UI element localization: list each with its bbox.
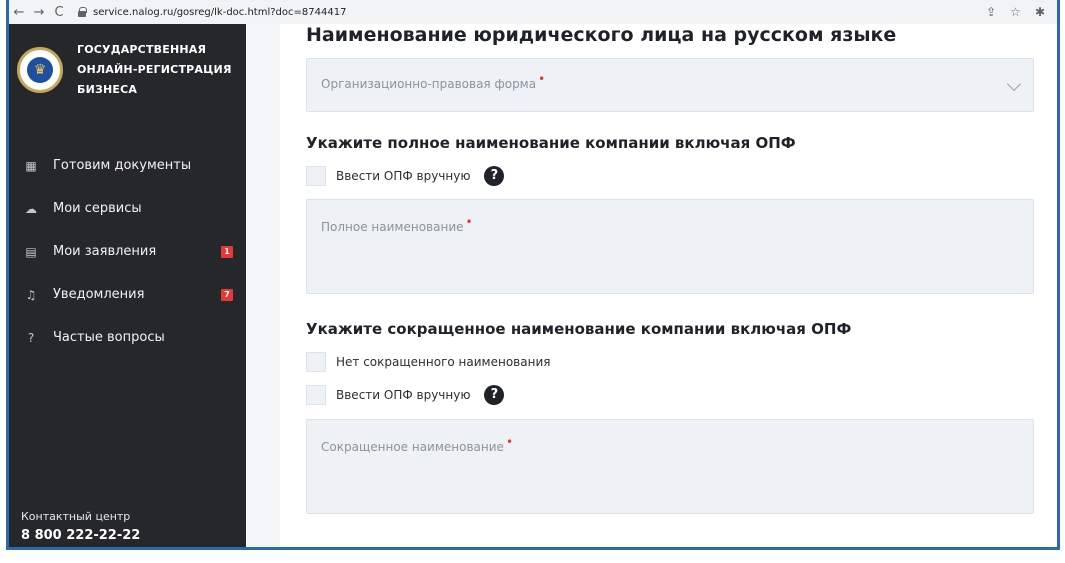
logo-line-2: ОНЛАЙН-РЕГИСТРАЦИЯ (77, 63, 232, 76)
no-short-name-label[interactable]: Нет сокращенного наименования (336, 355, 550, 369)
sidebar-item-notifications[interactable]: ♫ Уведомления 7 (23, 273, 233, 316)
logo-line-1: ГОСУДАРСТВЕННАЯ (77, 43, 207, 56)
contact-center-phone[interactable]: 8 800 222-22-22 (21, 528, 140, 543)
applications-count-badge: 1 (221, 245, 233, 258)
full-name-placeholder: Полное наименование (321, 220, 464, 234)
help-icon[interactable]: ? (484, 166, 505, 186)
question-circle-icon: ? (27, 330, 35, 345)
short-manual-opf-checkbox[interactable] (306, 385, 326, 405)
document-icon: ▤ (25, 244, 37, 259)
no-short-name-checkbox[interactable] (306, 352, 326, 372)
fns-emblem-icon: ♛ (17, 47, 63, 93)
url-text: service.nalog.ru/gosreg/lk-doc.html?doc=… (93, 6, 347, 18)
sidebar-menu: ▦ Готовим документы ☁ Мои сервисы ▤ Мои … (23, 144, 233, 359)
short-manual-opf-row: Ввести ОПФ вручную ? (306, 385, 505, 405)
full-manual-opf-row: Ввести ОПФ вручную ? (306, 166, 505, 186)
bell-icon: ♫ (25, 287, 37, 302)
sidebar-item-applications[interactable]: ▤ Мои заявления 1 (23, 230, 233, 273)
short-name-heading: Укажите сокращенное наименование компани… (306, 320, 852, 338)
opf-select[interactable]: Организационно-правовая форма • (306, 58, 1034, 112)
help-icon[interactable]: ? (484, 385, 505, 405)
sidebar-item-label: Мои сервисы (53, 201, 142, 216)
sidebar: ♛ ГОСУДАРСТВЕННАЯ ОНЛАЙН-РЕГИСТРАЦИЯ БИЗ… (9, 24, 246, 547)
browser-toolbar: ← → C service.nalog.ru/gosreg/lk-doc.htm… (9, 0, 1057, 24)
eagle-icon: ♛ (27, 57, 53, 83)
required-mark: • (505, 435, 514, 449)
reload-icon[interactable]: C (49, 5, 69, 20)
main-content: Наименование юридического лица на русско… (246, 24, 1057, 547)
logo-line-3: БИЗНЕСА (77, 83, 138, 96)
full-name-heading: Укажите полное наименование компании вкл… (306, 134, 796, 152)
full-manual-opf-label[interactable]: Ввести ОПФ вручную (336, 169, 470, 183)
sidebar-item-label: Уведомления (53, 287, 145, 302)
section-title: Наименование юридического лица на русско… (306, 24, 897, 46)
required-mark: • (465, 215, 473, 229)
notifications-count-badge: 7 (221, 288, 233, 301)
sidebar-item-faq[interactable]: ? Частые вопросы (23, 316, 233, 359)
logo[interactable]: ♛ ГОСУДАРСТВЕННАЯ ОНЛАЙН-РЕГИСТРАЦИЯ БИЗ… (17, 40, 232, 100)
opf-placeholder: Организационно-правовая форма (321, 77, 537, 91)
chevron-down-icon (1006, 76, 1022, 92)
forward-icon[interactable]: → (29, 5, 49, 20)
browser-window: ← → C service.nalog.ru/gosreg/lk-doc.htm… (6, 0, 1060, 550)
share-icon[interactable]: ⇪ (986, 5, 996, 19)
lock-icon (77, 7, 87, 17)
sidebar-item-label: Частые вопросы (53, 330, 165, 345)
short-manual-opf-label[interactable]: Ввести ОПФ вручную (336, 388, 470, 402)
no-short-name-row: Нет сокращенного наименования (306, 352, 550, 372)
full-manual-opf-checkbox[interactable] (306, 166, 326, 186)
full-name-input[interactable]: Полное наименование • (306, 199, 1034, 294)
sidebar-item-services[interactable]: ☁ Мои сервисы (23, 187, 233, 230)
contact-center-label: Контактный центр (21, 510, 131, 523)
address-bar[interactable]: service.nalog.ru/gosreg/lk-doc.html?doc=… (77, 7, 346, 18)
cloud-icon: ☁ (25, 201, 37, 216)
required-mark: • (538, 72, 546, 86)
bookmark-star-icon[interactable]: ☆ (1010, 5, 1021, 19)
back-icon[interactable]: ← (9, 5, 29, 20)
content-gutter (246, 24, 280, 547)
sidebar-item-documents[interactable]: ▦ Готовим документы (23, 144, 233, 187)
sidebar-item-label: Готовим документы (53, 158, 192, 173)
grid-icon: ▦ (25, 158, 37, 173)
short-name-input[interactable]: Сокращенное наименование • (306, 419, 1034, 514)
sidebar-item-label: Мои заявления (53, 244, 157, 259)
extensions-icon[interactable]: ✱ (1035, 5, 1045, 19)
short-name-placeholder: Сокращенное наименование (321, 440, 504, 454)
